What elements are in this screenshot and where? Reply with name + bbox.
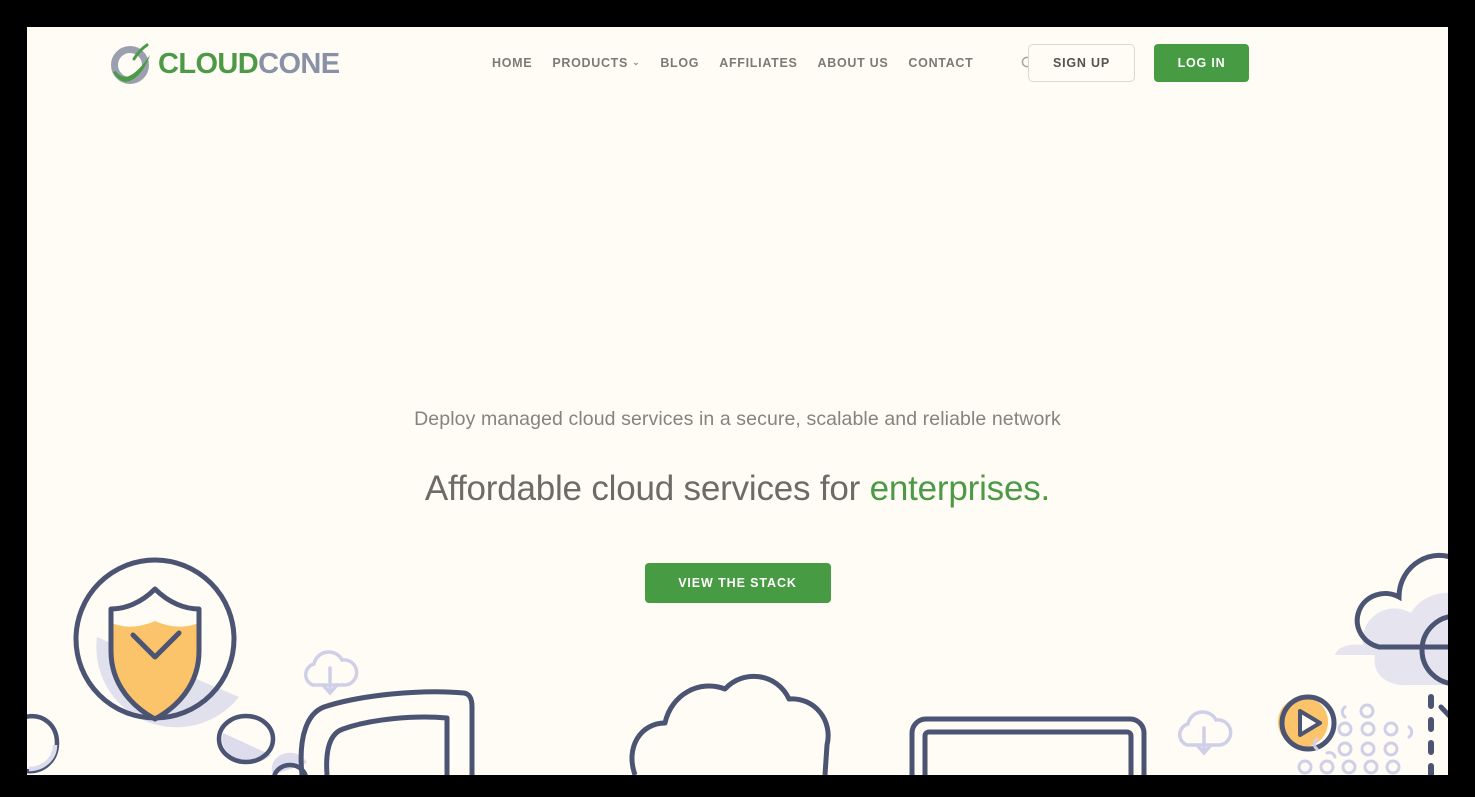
hero-title: Affordable cloud services for enterprise… bbox=[27, 467, 1448, 511]
site-header: CLOUDCONE HOME PRODUCTS ⌄ BLOG AFFILIATES… bbox=[27, 27, 1448, 99]
bubble-tiny-left bbox=[271, 752, 308, 775]
cloud-download-icon-left bbox=[304, 650, 359, 696]
cloud-outline-center bbox=[629, 673, 831, 775]
chevron-down-icon: ⌄ bbox=[632, 56, 641, 67]
play-button-circle bbox=[1278, 694, 1337, 752]
nav-item-about-us[interactable]: ABOUT US bbox=[808, 50, 899, 76]
monitor-outline-center bbox=[298, 689, 475, 775]
hero-subheading: Deploy managed cloud services in a secur… bbox=[414, 408, 1061, 430]
tablet-outline-right bbox=[909, 716, 1147, 775]
nav-item-blog[interactable]: BLOG bbox=[650, 50, 709, 76]
cloudcone-swoosh-logo-icon bbox=[111, 43, 150, 84]
nav-item-products[interactable]: PRODUCTS ⌄ bbox=[542, 50, 650, 76]
hero-title-accent: enterprises. bbox=[869, 469, 1051, 509]
screenshot-frame: CLOUDCONE HOME PRODUCTS ⌄ BLOG AFFILIATES… bbox=[0, 0, 1475, 797]
bubble-corner-left bbox=[27, 713, 60, 774]
brand-text-secondary: CONE bbox=[258, 47, 340, 80]
brand-wordmark: CLOUDCONE bbox=[158, 47, 340, 80]
sign-up-button[interactable]: SIGN UP bbox=[1028, 44, 1135, 82]
dot-grid-pattern bbox=[1297, 703, 1414, 775]
hero-title-plain: Affordable cloud services for bbox=[424, 469, 870, 509]
brand-logo-link[interactable]: CLOUDCONE bbox=[109, 41, 340, 87]
nav-item-affiliates[interactable]: AFFILIATES bbox=[709, 50, 807, 76]
log-in-button[interactable]: LOG IN bbox=[1154, 44, 1249, 82]
view-the-stack-button[interactable]: VIEW THE STACK bbox=[644, 563, 831, 604]
brand-text-primary: CLOUD bbox=[158, 47, 259, 80]
hero-illustration bbox=[27, 552, 1448, 775]
cloud-download-icon-right bbox=[1178, 710, 1233, 756]
hero-section: Deploy managed cloud services in a secur… bbox=[27, 407, 1448, 604]
primary-navigation: HOME PRODUCTS ⌄ BLOG AFFILIATES ABOUT US … bbox=[482, 27, 984, 99]
webpage-viewport: CLOUDCONE HOME PRODUCTS ⌄ BLOG AFFILIATES… bbox=[27, 27, 1448, 775]
bubble-small-left bbox=[216, 713, 276, 765]
nav-item-home[interactable]: HOME bbox=[482, 50, 542, 76]
nav-item-contact[interactable]: CONTACT bbox=[898, 50, 983, 76]
